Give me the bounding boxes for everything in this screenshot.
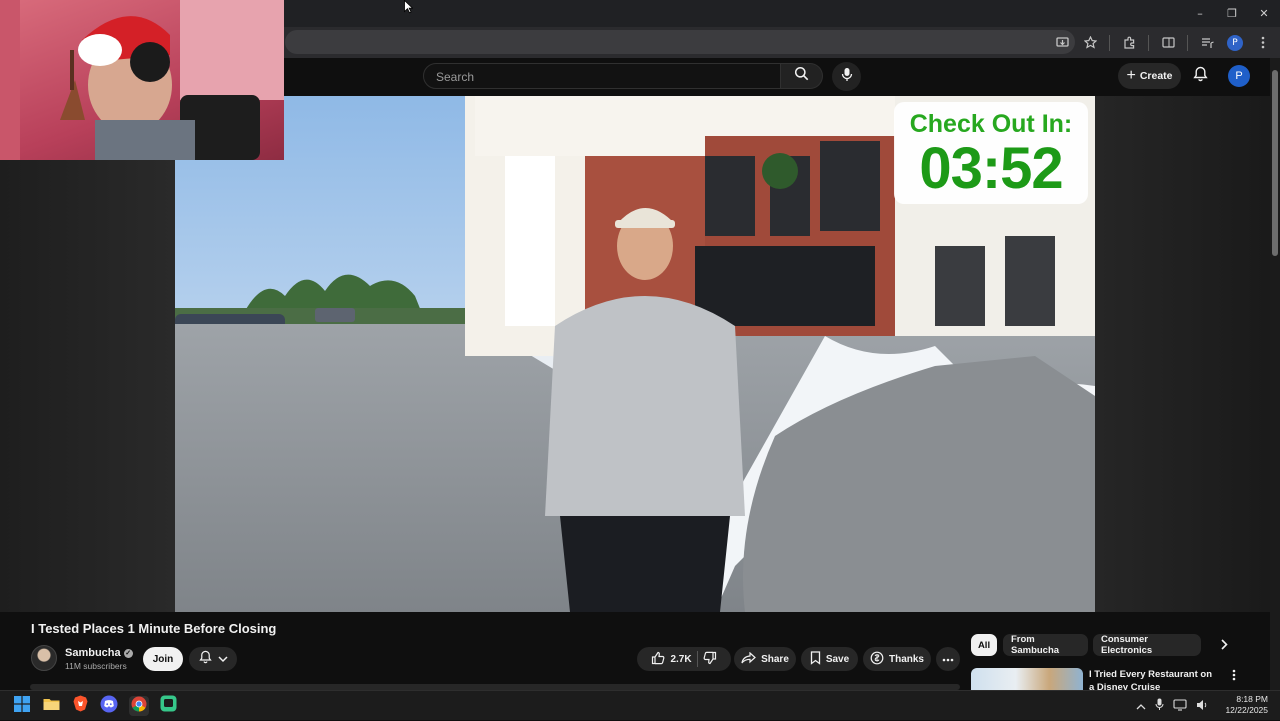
thanks-button[interactable]: Thanks xyxy=(863,647,931,671)
mouse-cursor-icon xyxy=(404,0,414,19)
chevron-down-icon xyxy=(217,650,228,668)
clock-time: 8:18 PM xyxy=(1236,694,1268,704)
restore-button[interactable]: ❐ xyxy=(1216,0,1248,27)
ambient-right xyxy=(1095,96,1270,612)
bookmark-icon xyxy=(810,650,821,668)
share-button[interactable]: Share xyxy=(734,647,796,671)
discord-icon xyxy=(100,695,118,718)
channel-avatar[interactable] xyxy=(31,645,57,671)
more-vertical-icon xyxy=(1232,669,1236,684)
scrollbar-thumb[interactable] xyxy=(1272,70,1278,256)
page-scrollbar[interactable] xyxy=(1270,58,1280,690)
folder-icon xyxy=(43,697,60,716)
windows-logo-icon xyxy=(14,695,30,717)
chip-consumer-electronics[interactable]: Consumer Electronics xyxy=(1093,634,1201,656)
chip-all[interactable]: All xyxy=(971,634,997,656)
subscriber-count: 11M subscribers xyxy=(65,661,127,671)
profile-avatar[interactable]: P xyxy=(1226,34,1244,52)
media-controls-icon[interactable] xyxy=(1198,34,1216,52)
like-count: 2.7K xyxy=(670,653,692,665)
dislike-button[interactable] xyxy=(703,651,717,668)
volume-icon[interactable] xyxy=(1196,699,1208,714)
chat-app-icon xyxy=(160,695,177,717)
windows-taskbar: 8:18 PM 12/22/2025 xyxy=(0,690,1280,720)
search-input[interactable] xyxy=(434,64,768,90)
ambient-left xyxy=(0,96,175,612)
tray-overflow-chevron-icon[interactable] xyxy=(1136,700,1146,713)
toolbar-divider xyxy=(1187,34,1188,51)
extensions-icon[interactable] xyxy=(1120,34,1138,52)
create-label: Create xyxy=(1139,70,1173,82)
verified-icon: ✓ xyxy=(123,648,133,658)
search-button[interactable] xyxy=(781,63,823,89)
more-actions-button[interactable] xyxy=(936,647,960,671)
like-dislike-group: 2.7K xyxy=(637,647,731,671)
plus-icon: + xyxy=(1126,67,1136,84)
bell-icon xyxy=(198,650,212,669)
channel-name[interactable]: Sambucha xyxy=(65,647,121,659)
toolbar-divider xyxy=(1109,34,1110,51)
channel-name-row[interactable]: Sambucha ✓ xyxy=(65,647,133,659)
like-button[interactable]: 2.7K xyxy=(651,651,692,668)
countdown-overlay: Check Out In: 03:52 xyxy=(894,102,1088,204)
discord-button[interactable] xyxy=(99,695,119,718)
share-icon xyxy=(741,651,756,667)
system-tray xyxy=(1136,691,1208,721)
chevron-right-icon xyxy=(1220,637,1228,653)
voice-search-button[interactable] xyxy=(832,62,861,91)
save-button[interactable]: Save xyxy=(801,647,858,671)
brave-browser-button[interactable] xyxy=(70,695,90,717)
more-horizontal-icon xyxy=(942,654,954,665)
join-button[interactable]: Join xyxy=(143,647,183,671)
chrome-button[interactable] xyxy=(129,696,149,716)
account-avatar[interactable]: P xyxy=(1228,65,1250,87)
save-label: Save xyxy=(825,653,850,665)
windows-start-button[interactable] xyxy=(12,695,32,717)
browser-menu-icon[interactable] xyxy=(1254,34,1272,52)
file-explorer-button[interactable] xyxy=(41,696,61,716)
bell-icon xyxy=(1192,66,1208,87)
recommendation-menu-button[interactable] xyxy=(1228,668,1240,684)
create-button[interactable]: + Create xyxy=(1118,63,1181,89)
clock-date: 12/22/2025 xyxy=(1225,705,1268,715)
thumbs-down-icon xyxy=(703,651,717,668)
search-icon xyxy=(794,66,809,86)
chips-next-button[interactable] xyxy=(1213,634,1235,656)
video-frame[interactable]: Check Out In: 03:52 xyxy=(175,96,1095,612)
webcam-overlay xyxy=(0,0,284,160)
thumbs-up-icon xyxy=(651,651,665,668)
toolbar-divider xyxy=(1148,34,1149,51)
thanks-icon xyxy=(870,651,884,668)
recommendation-title[interactable]: I Tried Every Restaurant on a Disney Cru… xyxy=(1089,668,1219,690)
chip-from-sambucha[interactable]: From Sambucha xyxy=(1003,634,1088,656)
recommendation-thumbnail[interactable] xyxy=(971,668,1083,690)
window-controls: – ❐ ✕ xyxy=(1184,0,1280,27)
microphone-icon xyxy=(841,67,853,87)
network-icon[interactable] xyxy=(1173,698,1187,714)
notifications-button[interactable] xyxy=(1188,64,1212,88)
video-player[interactable]: Check Out In: 03:52 xyxy=(0,96,1270,612)
search-box[interactable] xyxy=(423,63,781,90)
close-button[interactable]: ✕ xyxy=(1248,0,1280,27)
chat-app-button[interactable] xyxy=(158,695,178,717)
video-title: I Tested Places 1 Minute Before Closing xyxy=(31,621,277,636)
chrome-icon xyxy=(131,696,147,717)
share-label: Share xyxy=(761,653,789,665)
countdown-label: Check Out In: xyxy=(909,110,1073,138)
like-divider xyxy=(696,651,698,667)
minimize-button[interactable]: – xyxy=(1184,0,1216,27)
address-bar[interactable] xyxy=(285,30,1075,54)
profile-initial: P xyxy=(1227,34,1243,51)
webcam-scene xyxy=(0,0,284,160)
bookmark-star-icon[interactable] xyxy=(1081,34,1099,52)
split-view-icon[interactable] xyxy=(1159,34,1177,52)
thanks-label: Thanks xyxy=(888,653,924,665)
microphone-icon[interactable] xyxy=(1155,698,1164,714)
brave-lion-icon xyxy=(73,695,88,717)
taskbar-clock[interactable]: 8:18 PM 12/22/2025 xyxy=(1225,694,1268,716)
subscription-bell-button[interactable] xyxy=(189,647,237,671)
install-app-icon[interactable] xyxy=(1053,34,1071,52)
countdown-time: 03:52 xyxy=(919,136,1063,201)
